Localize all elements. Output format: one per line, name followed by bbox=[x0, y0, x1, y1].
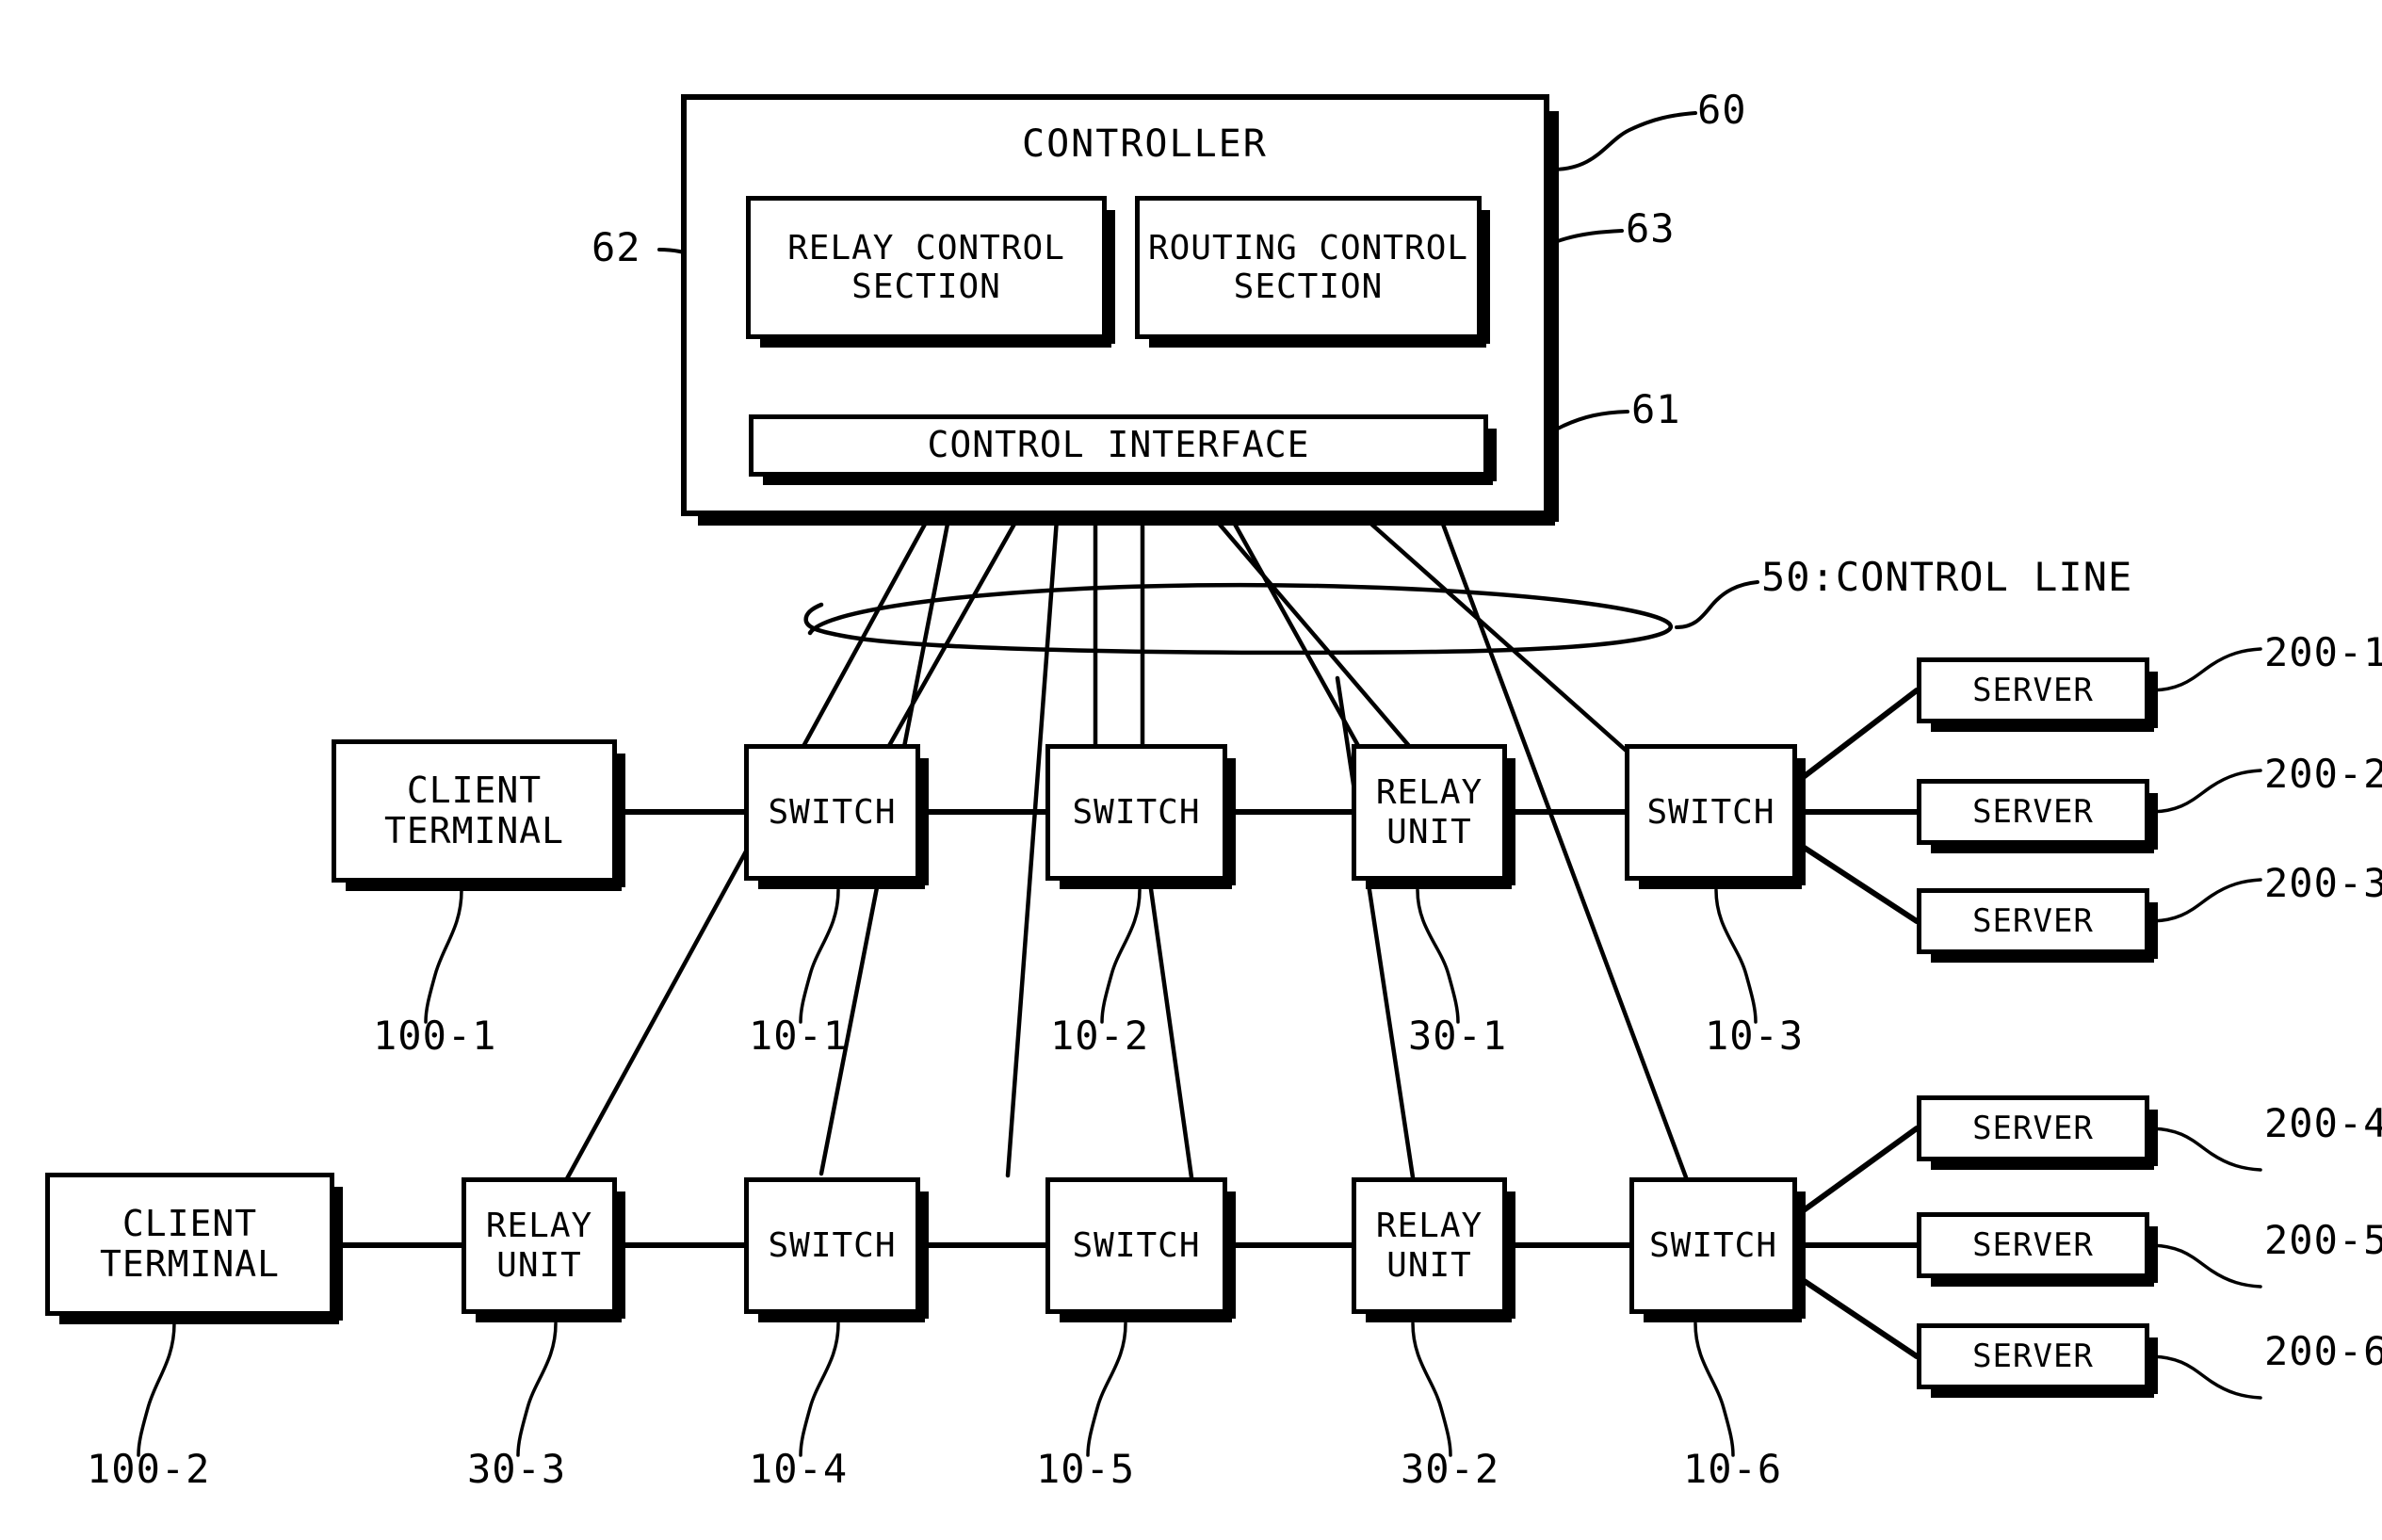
ref-200-3: 200-3 bbox=[2264, 860, 2382, 906]
client-terminal-100-1-box[interactable]: CLIENT TERMINAL bbox=[332, 739, 625, 891]
server-200-6-box[interactable]: SERVER bbox=[1917, 1323, 2158, 1398]
controller-title: CONTROLLER bbox=[1022, 122, 1268, 166]
relay-unit-30-1-label-line1: RELAY bbox=[1375, 773, 1483, 813]
link-10-3-to-200-1 bbox=[1794, 688, 1920, 785]
server-200-3-box[interactable]: SERVER bbox=[1917, 888, 2158, 963]
server-200-5-box[interactable]: SERVER bbox=[1917, 1212, 2158, 1287]
lead-200-5 bbox=[2147, 1243, 2262, 1289]
ref-30-1: 30-1 bbox=[1408, 1013, 1508, 1059]
ref-10-1: 10-1 bbox=[749, 1013, 849, 1059]
ref-200-2: 200-2 bbox=[2264, 751, 2382, 797]
switch-10-2-box[interactable]: SWITCH bbox=[1045, 744, 1236, 889]
client-terminal-100-2-label-line1: CLIENT bbox=[122, 1202, 258, 1244]
ref-10-3: 10-3 bbox=[1705, 1013, 1805, 1059]
relay-unit-30-2-box[interactable]: RELAY UNIT bbox=[1352, 1177, 1515, 1322]
ref-200-6: 200-6 bbox=[2264, 1328, 2382, 1374]
lead-10-6 bbox=[1693, 1321, 1735, 1457]
client-terminal-100-2-label-line2: TERMINAL bbox=[99, 1243, 281, 1285]
switch-10-3-label: SWITCH bbox=[1646, 792, 1775, 832]
ref-10-5: 10-5 bbox=[1036, 1446, 1136, 1492]
routing-control-section-box[interactable]: ROUTING CONTROL SECTION bbox=[1135, 196, 1490, 348]
lead-10-4 bbox=[799, 1321, 840, 1457]
ref-100-1: 100-1 bbox=[373, 1013, 497, 1059]
control-interface-label: CONTROL INTERFACE bbox=[927, 424, 1310, 466]
relay-unit-30-2-label-line1: RELAY bbox=[1375, 1207, 1483, 1246]
patent-figure: CONTROLLER RELAY CONTROL SECTION ROUTING… bbox=[0, 0, 2382, 1540]
switch-10-4-label: SWITCH bbox=[768, 1225, 897, 1265]
switch-10-1-label: SWITCH bbox=[768, 792, 897, 832]
ref-61: 61 bbox=[1631, 386, 1681, 432]
server-200-6-label: SERVER bbox=[1972, 1337, 2094, 1375]
relay-unit-30-2-label-line2: UNIT bbox=[1386, 1245, 1472, 1285]
lead-10-5 bbox=[1086, 1321, 1127, 1457]
lead-200-2 bbox=[2147, 769, 2262, 814]
control-interface-box[interactable]: CONTROL INTERFACE bbox=[749, 414, 1497, 485]
link-10-6-to-200-4 bbox=[1794, 1126, 1920, 1218]
lead-100-1 bbox=[424, 888, 463, 1024]
routing-control-section-label-line1: ROUTING CONTROL bbox=[1147, 228, 1469, 267]
ref-200-4: 200-4 bbox=[2264, 1100, 2382, 1146]
relay-control-section-box[interactable]: RELAY CONTROL SECTION bbox=[746, 196, 1115, 348]
switch-10-4-box[interactable]: SWITCH bbox=[744, 1177, 929, 1322]
server-200-2-box[interactable]: SERVER bbox=[1917, 779, 2158, 853]
server-200-1-box[interactable]: SERVER bbox=[1917, 657, 2158, 732]
lead-200-4 bbox=[2147, 1127, 2262, 1172]
switch-10-5-box[interactable]: SWITCH bbox=[1045, 1177, 1236, 1322]
routing-control-section-label-line2: SECTION bbox=[1233, 267, 1384, 306]
relay-unit-30-3-box[interactable]: RELAY UNIT bbox=[462, 1177, 625, 1322]
ref-63: 63 bbox=[1626, 205, 1676, 251]
lead-10-1 bbox=[799, 888, 840, 1024]
lead-30-3 bbox=[516, 1321, 558, 1457]
lead-10-2 bbox=[1100, 888, 1142, 1024]
switch-10-3-box[interactable]: SWITCH bbox=[1625, 744, 1806, 889]
ref-30-3: 30-3 bbox=[467, 1446, 567, 1492]
client-terminal-100-1-label-line1: CLIENT bbox=[406, 769, 543, 811]
switch-10-2-label: SWITCH bbox=[1072, 792, 1201, 832]
server-200-5-label: SERVER bbox=[1972, 1225, 2094, 1264]
switch-10-6-box[interactable]: SWITCH bbox=[1629, 1177, 1806, 1322]
server-200-1-label: SERVER bbox=[1972, 671, 2094, 709]
relay-control-section-label-line1: RELAY CONTROL bbox=[787, 228, 1065, 267]
relay-unit-30-3-label-line2: UNIT bbox=[496, 1245, 582, 1285]
switch-10-5-label: SWITCH bbox=[1072, 1225, 1201, 1265]
ref-200-5: 200-5 bbox=[2264, 1217, 2382, 1263]
server-200-3-label: SERVER bbox=[1972, 901, 2094, 940]
ref-200-1: 200-1 bbox=[2264, 629, 2382, 675]
control-line-lasso bbox=[803, 582, 1674, 656]
control-line-to-30-1 bbox=[1212, 516, 1434, 775]
ref-10-4: 10-4 bbox=[749, 1446, 849, 1492]
link-10-3-to-200-3 bbox=[1794, 840, 1920, 924]
lead-30-1 bbox=[1416, 888, 1460, 1024]
lead-200-1 bbox=[2147, 647, 2262, 692]
ref-30-2: 30-2 bbox=[1401, 1446, 1500, 1492]
server-200-2-label: SERVER bbox=[1972, 792, 2094, 831]
control-line-label: 50:CONTROL LINE bbox=[1761, 554, 2133, 600]
relay-unit-30-1-box[interactable]: RELAY UNIT bbox=[1352, 744, 1515, 889]
lead-200-6 bbox=[2147, 1354, 2262, 1400]
ref-10-2: 10-2 bbox=[1050, 1013, 1150, 1059]
relay-unit-30-3-label-line1: RELAY bbox=[485, 1207, 593, 1246]
ref-60: 60 bbox=[1697, 87, 1747, 133]
lead-100-2 bbox=[137, 1321, 176, 1457]
server-200-4-box[interactable]: SERVER bbox=[1917, 1095, 2158, 1170]
link-10-6-to-200-6 bbox=[1794, 1273, 1920, 1359]
relay-unit-30-1-label-line2: UNIT bbox=[1386, 812, 1472, 851]
ref-62: 62 bbox=[591, 224, 641, 270]
switch-10-1-box[interactable]: SWITCH bbox=[744, 744, 929, 889]
client-terminal-100-1-label-line2: TERMINAL bbox=[383, 810, 565, 851]
lead-60 bbox=[1550, 111, 1697, 171]
ref-10-6: 10-6 bbox=[1683, 1446, 1783, 1492]
lead-10-3 bbox=[1714, 888, 1758, 1024]
relay-control-section-label-line2: SECTION bbox=[851, 267, 1001, 306]
lead-200-3 bbox=[2147, 878, 2262, 923]
ref-100-2: 100-2 bbox=[87, 1446, 211, 1492]
control-line-to-10-3 bbox=[1363, 516, 1632, 756]
server-200-4-label: SERVER bbox=[1972, 1109, 2094, 1147]
switch-10-6-label: SWITCH bbox=[1648, 1225, 1778, 1265]
client-terminal-100-2-box[interactable]: CLIENT TERMINAL bbox=[45, 1173, 343, 1324]
lead-30-2 bbox=[1411, 1321, 1452, 1457]
lead-50 bbox=[1675, 580, 1759, 629]
